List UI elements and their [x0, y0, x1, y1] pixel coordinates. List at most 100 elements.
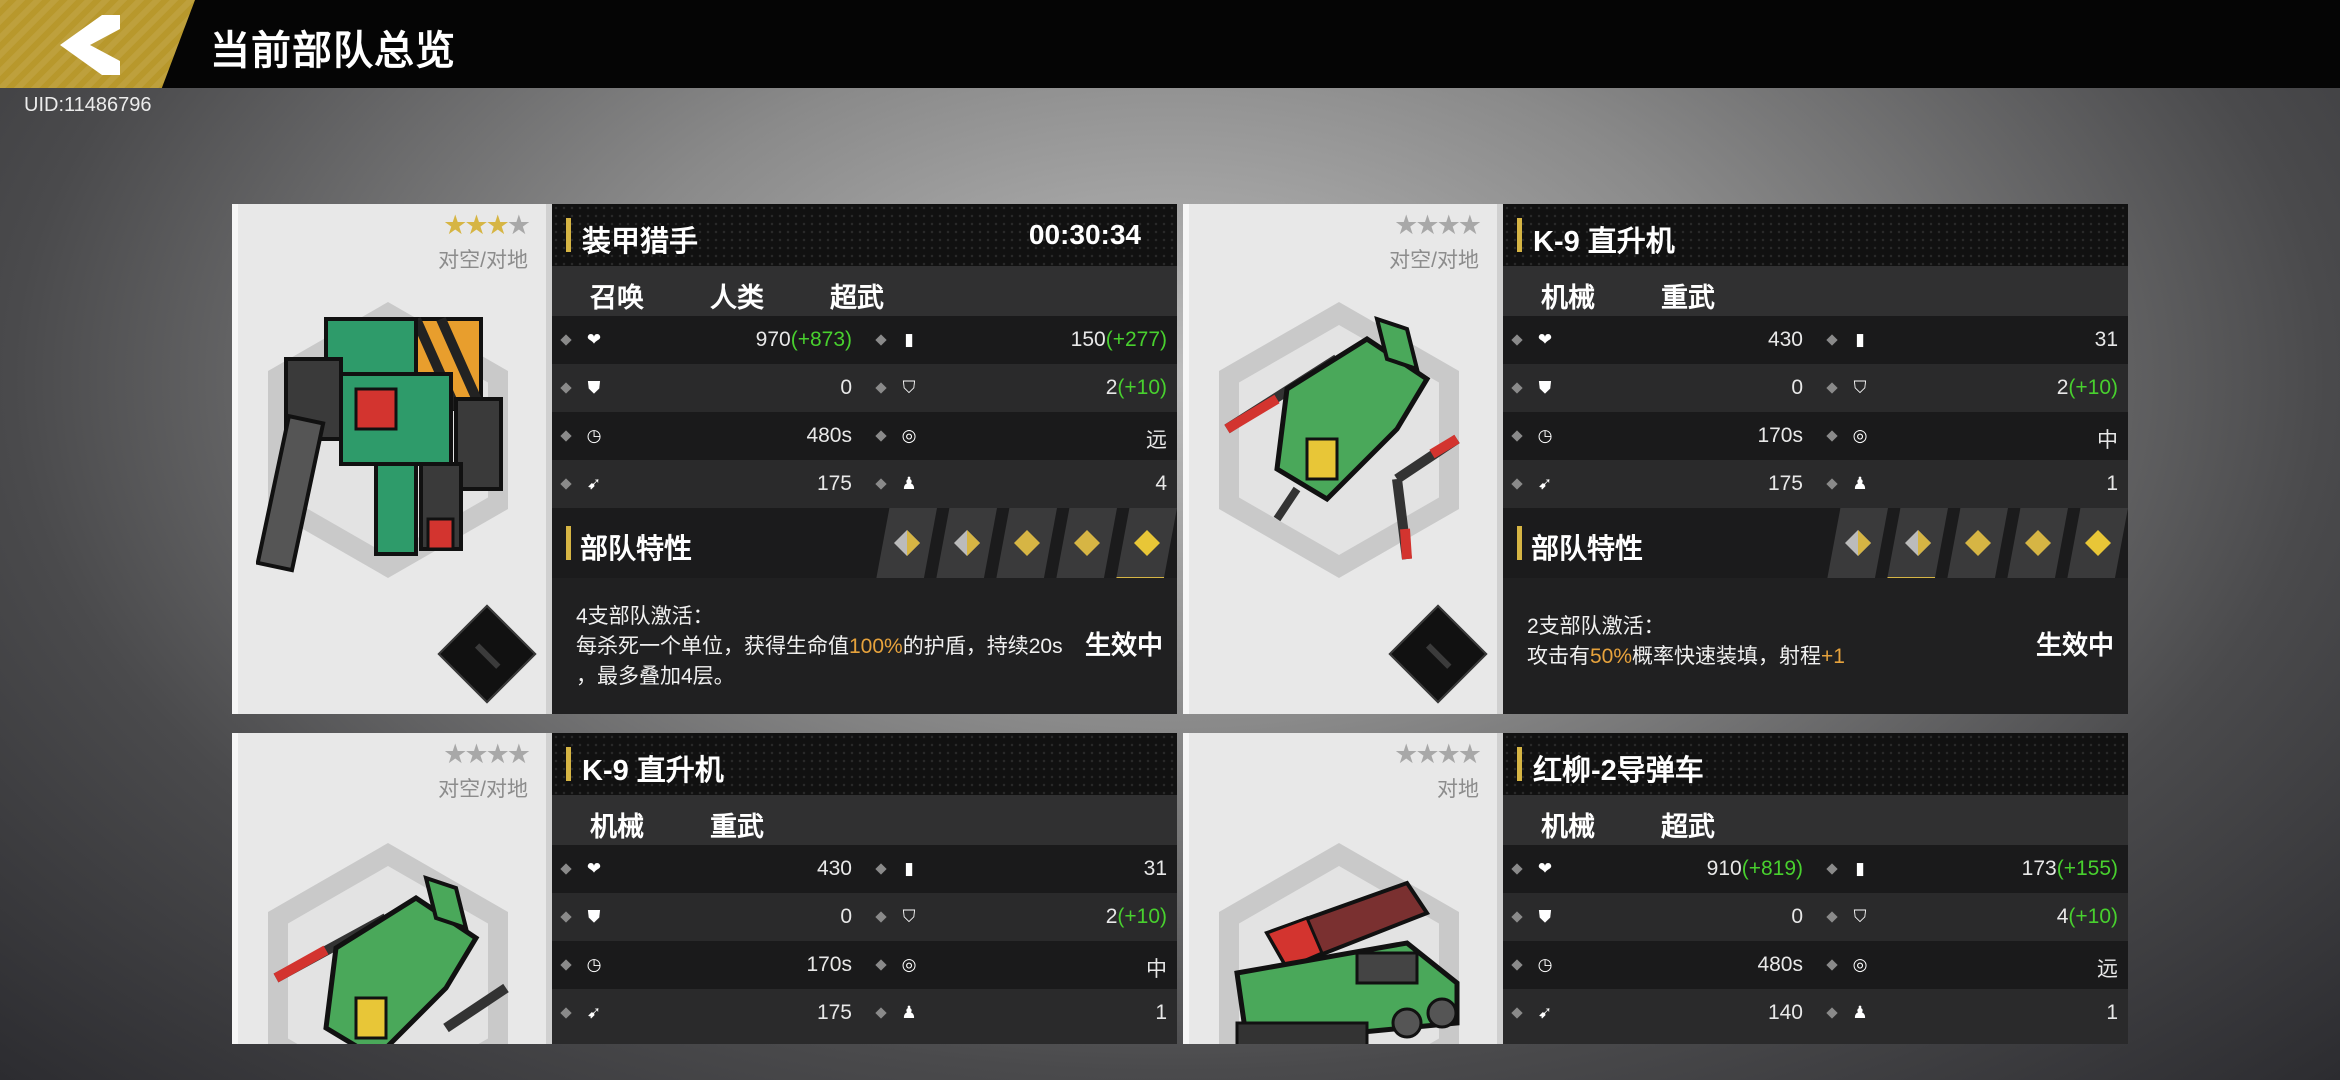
unit-card-k9-helicopter[interactable]: ★★★★ 对空/对地 K-9 直升机 机械 重武 ❤ 430 ▮ 31 ⛊ 0 ⛉ 2(…: [232, 733, 1177, 1044]
trait-bar: 部队特性: [552, 508, 1177, 580]
stat-row: ❤ 430 ▮ 31: [552, 845, 1177, 893]
unit-tags: 机械 重武: [1503, 266, 2128, 316]
speed-icon: ➹: [1537, 1003, 1553, 1022]
stat-row: ◷ 480s ◎ 远: [552, 412, 1177, 460]
armor-icon: ⛊: [587, 907, 601, 926]
attack-value: 31: [1143, 857, 1167, 880]
back-button[interactable]: [0, 0, 195, 88]
timer: 00:30:34: [1028, 219, 1141, 250]
stat-row: ➹ 175 ♟ 1: [552, 989, 1177, 1037]
unit-name: K-9 直升机: [582, 755, 724, 787]
unit-tags: 机械 重武: [552, 795, 1177, 845]
tag: 超武: [830, 283, 884, 313]
top-bar: 当前部队总览: [0, 0, 2340, 88]
armor-icon: ⛊: [1538, 378, 1552, 397]
squad-icon: ♟: [901, 1003, 917, 1022]
diamond-gem-icon: [1905, 530, 1931, 556]
unit-name: 红柳-2导弹车: [1533, 755, 1704, 787]
unit-tags: 机械 超武: [1503, 795, 2128, 845]
stat-row: ❤ 430 ▮ 31: [1503, 316, 2128, 364]
stat-row: ◷ 480s ◎ 远: [1503, 941, 2128, 989]
trait-tier-3[interactable]: [1947, 508, 2008, 580]
armor-value: 0: [1791, 376, 1803, 399]
unit-name-bar: K-9 直升机: [552, 733, 1177, 795]
missile-vehicle-unit-image: [1234, 880, 1460, 1044]
attack-value: 173: [2021, 857, 2057, 880]
diamond-gem-icon: [2085, 530, 2111, 556]
range-value: 远: [1146, 429, 1167, 452]
heart-icon: ❤: [586, 330, 602, 349]
shield-value: 2: [1105, 376, 1118, 399]
armor-value: 0: [840, 905, 852, 928]
tag: 超武: [1661, 812, 1715, 842]
count-value: 1: [2106, 472, 2118, 495]
hp-bonus: (+873): [790, 328, 852, 351]
bullet-icon: ▮: [1855, 859, 1865, 878]
stat-row: ❤ 970(+873) ▮ 150(+277): [552, 316, 1177, 364]
clock-icon: ◷: [586, 426, 602, 445]
unit-card-armored-hunter[interactable]: ★★★★ 对空/对地 装甲猎手 00:30:34 召唤 人类 超武 ❤ 970(…: [232, 204, 1177, 714]
stat-row: ❤ 910(+819) ▮ 173(+155): [1503, 845, 2128, 893]
count-value: 1: [1155, 1001, 1167, 1024]
unit-card-missile-vehicle[interactable]: ★★★★ 对地 红柳-2导弹车 机械 超武 ❤ 910(+819) ▮ 173(+1…: [1183, 733, 2128, 1044]
armor-icon: ⛊: [587, 378, 601, 397]
trait-tier-1[interactable]: [1827, 508, 1888, 580]
stat-row: ⛊ 0 ⛉ 2(+10): [552, 364, 1177, 412]
trait-tier-4[interactable]: [1056, 508, 1117, 580]
star-rating: ★★★★: [443, 210, 531, 240]
cooldown-value: 170s: [1757, 424, 1803, 447]
unit-name-bar: 装甲猎手 00:30:34: [552, 204, 1177, 266]
speed-value: 175: [1767, 472, 1803, 495]
squad-icon: ♟: [901, 474, 917, 493]
status-active: 生效中: [1084, 630, 1163, 660]
trait-tier-5[interactable]: [1116, 508, 1177, 580]
trait-tier-3[interactable]: [996, 508, 1057, 580]
desc-line: 4支部队激活：: [576, 605, 714, 628]
stat-row: ⛊ 0 ⛉ 2(+10): [552, 893, 1177, 941]
heart-icon: ❤: [1537, 859, 1553, 878]
unit-name-bar: K-9 直升机: [1503, 204, 2128, 266]
shield-bonus: (+10): [2068, 905, 2118, 928]
range-icon: ◎: [901, 955, 917, 974]
hp-value: 910: [1706, 857, 1742, 880]
cooldown-value: 480s: [806, 424, 852, 447]
unit-card-k9-helicopter[interactable]: ★★★★ 对空/对地 K-9 直升机 机械 重武 ❤ 430 ▮ 31 ⛊ 0: [1183, 204, 2128, 714]
attack-value: 150: [1070, 328, 1106, 351]
squad-icon: ♟: [1852, 474, 1868, 493]
unit-role: 对空/对地: [1389, 249, 1479, 272]
clock-icon: ◷: [586, 955, 602, 974]
trait-tier-1[interactable]: [876, 508, 937, 580]
heart-icon: ❤: [1537, 330, 1553, 349]
desc-line: ，最多叠加4层。: [576, 665, 735, 688]
diamond-gem-icon: [954, 530, 980, 556]
hp-value: 430: [816, 857, 852, 880]
stat-row: ⛊ 0 ⛉ 4(+10): [1503, 893, 2128, 941]
attack-value: 31: [2094, 328, 2118, 351]
shield-value: 2: [2056, 376, 2069, 399]
stat-row: ➹ 175 ♟ 4: [552, 460, 1177, 508]
tag: 机械: [1541, 812, 1595, 842]
bullet-icon: ▮: [1855, 330, 1865, 349]
diamond-gem-icon: [1845, 530, 1871, 556]
unit-portrait: ★★★★ 对空/对地: [1183, 204, 1503, 714]
trait-label: 部队特性: [1531, 533, 1644, 564]
bullet-icon: ▮: [904, 859, 914, 878]
shield-bonus: (+10): [2068, 376, 2118, 399]
shield-value: 2: [1105, 905, 1118, 928]
unit-name: 装甲猎手: [582, 226, 699, 258]
hp-bonus: (+819): [1741, 857, 1803, 880]
trait-tier-4[interactable]: [2007, 508, 2068, 580]
unit-role: 对地: [1437, 778, 1479, 801]
shield-icon: ⛉: [1853, 907, 1867, 926]
trait-tier-5[interactable]: [2067, 508, 2128, 580]
trait-tier-2[interactable]: [936, 508, 997, 580]
clock-icon: ◷: [1537, 955, 1553, 974]
tag: 人类: [710, 283, 764, 313]
unit-slot-badge: [1388, 604, 1488, 704]
unit-role: 对空/对地: [438, 778, 528, 801]
uid-label: UID:11486796: [24, 94, 152, 116]
hp-value: 970: [755, 328, 791, 351]
hp-value: 430: [1767, 328, 1803, 351]
trait-tier-2[interactable]: [1887, 508, 1948, 580]
unit-info-panel: 红柳-2导弹车 机械 超武 ❤ 910(+819) ▮ 173(+155) ⛊ 0 ⛉…: [1503, 733, 2128, 1044]
